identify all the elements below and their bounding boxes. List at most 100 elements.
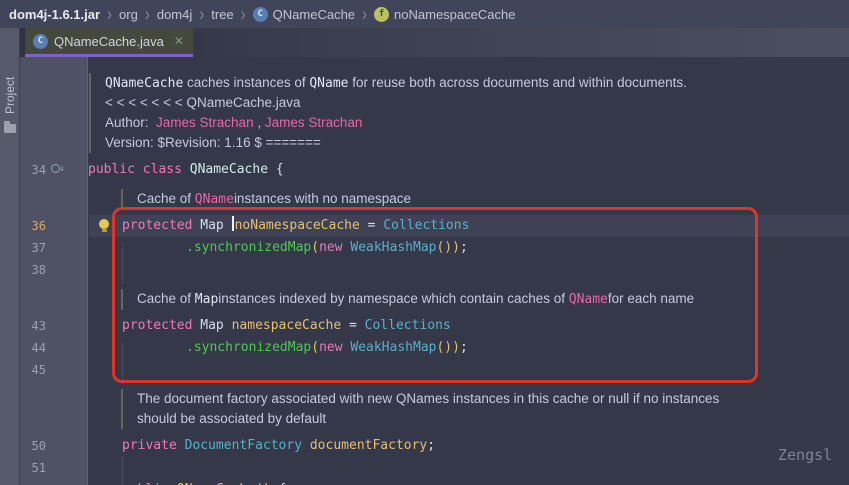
class-icon: C: [253, 7, 268, 22]
doc-token: for each name: [608, 291, 694, 306]
breadcrumb-label: noNamespaceCache: [394, 7, 515, 22]
code-text: .synchronizedMap(new WeakHashMap());: [186, 337, 468, 359]
code-line: 38: [20, 259, 849, 281]
code-token: namespaceCache: [232, 318, 342, 333]
rendered-doc-line: Cache of Mapinstances indexed by namespa…: [20, 289, 849, 309]
breadcrumb-item-tree[interactable]: tree: [211, 7, 233, 22]
doc-token: QName: [309, 76, 348, 91]
code-token: (: [311, 240, 319, 255]
rendered-doc-line: should be associated by default: [20, 409, 849, 429]
code-token: Collections: [383, 218, 469, 233]
code-line: 37 .synchronizedMap(new WeakHashMap());: [20, 237, 849, 259]
code-token: ;: [460, 240, 468, 255]
doc-token: Cache of: [137, 291, 195, 306]
line-number[interactable]: 45: [20, 359, 46, 381]
doc-link[interactable]: QName: [569, 292, 608, 307]
code-token: private: [122, 438, 185, 453]
code-editor[interactable]: QNameCache caches instances of QName for…: [20, 57, 849, 485]
code-token: .synchronizedMap: [186, 240, 311, 255]
breadcrumb-item-org[interactable]: org: [119, 7, 138, 22]
watermark: Zengsl: [778, 446, 832, 464]
breadcrumb-label: QNameCache: [273, 7, 355, 22]
code-token: Collections: [365, 318, 451, 333]
breadcrumb-label: tree: [211, 7, 233, 22]
breadcrumb-label: dom4j-1.6.1.jar: [9, 7, 100, 22]
rendered-doc-line: < < < < < < < QNameCache.java: [20, 93, 849, 113]
code-token: ()): [436, 340, 459, 355]
breadcrumb-label: dom4j: [157, 7, 192, 22]
doc-text: The document factory associated with new…: [121, 389, 719, 409]
line-number[interactable]: 44: [20, 337, 46, 359]
code-token: WeakHashMap: [350, 240, 436, 255]
code-token: {: [268, 162, 284, 177]
code-token: ()): [436, 240, 459, 255]
code-text: protected Map noNamespaceCache = Collect…: [122, 215, 469, 237]
doc-token: for reuse both across documents and with…: [349, 75, 687, 90]
doc-token: Cache of: [137, 191, 195, 206]
line-number[interactable]: 43: [20, 315, 46, 337]
rendered-doc-line: QNameCache caches instances of QName for…: [20, 73, 849, 93]
editor-tab-bar: C QNameCache.java ✕: [20, 28, 849, 57]
line-number[interactable]: 51: [20, 457, 46, 479]
breadcrumb-separator-icon: ›: [107, 4, 112, 24]
doc-token: instances indexed by namespace which con…: [218, 291, 568, 306]
doc-text: Author: James Strachan , James Strachan: [89, 113, 362, 133]
rendered-doc-line: The document factory associated with new…: [20, 389, 849, 409]
code-token: documentFactory: [310, 438, 427, 453]
doc-link[interactable]: James Strachan: [156, 115, 254, 130]
code-token: public class: [88, 162, 190, 177]
breadcrumb-separator-icon: ›: [145, 4, 150, 24]
breadcrumb-item-qnamecache[interactable]: C QNameCache: [253, 7, 355, 22]
code-token: .synchronizedMap: [186, 340, 311, 355]
code-text: private DocumentFactory documentFactory;: [122, 435, 435, 457]
breadcrumb-separator-icon: ›: [241, 4, 246, 24]
line-number[interactable]: 38: [20, 259, 46, 281]
code-token: =: [360, 218, 383, 233]
doc-token: The document factory associated with new…: [137, 391, 719, 406]
doc-text: Cache of Mapinstances indexed by namespa…: [121, 289, 694, 310]
code-text: public class QNameCache {: [88, 159, 284, 181]
doc-link[interactable]: QName: [195, 192, 234, 207]
lightbulb-icon[interactable]: [98, 219, 110, 231]
doc-token: Version: $Revision: 1.16 $ =======: [105, 135, 321, 150]
code-token: Map: [200, 218, 231, 233]
doc-token: instances with no namespace: [234, 191, 411, 206]
code-line-current: 36 protected Map noNamespaceCache = Colle…: [20, 215, 849, 237]
rendered-doc-line: Version: $Revision: 1.16 $ =======: [20, 133, 849, 153]
code-token: QNameCache: [190, 162, 268, 177]
doc-link[interactable]: James Strachan: [265, 115, 363, 130]
rendered-doc-line: Author: James Strachan , James Strachan: [20, 113, 849, 133]
code-token: =: [341, 318, 364, 333]
breadcrumb-item-dom4j-1-6-1-jar[interactable]: dom4j-1.6.1.jar: [9, 7, 100, 22]
code-token: (: [311, 340, 319, 355]
ide-window: dom4j-1.6.1.jar›org›dom4j›tree›CQNameCac…: [0, 0, 849, 485]
subclassed-indicator-icon[interactable]: ↓: [51, 163, 65, 177]
code-token: ;: [460, 340, 468, 355]
text-caret: [232, 216, 234, 231]
code-token: DocumentFactory: [185, 438, 310, 453]
code-text: public QNameCache() {: [122, 479, 286, 485]
breadcrumb-separator-icon: ›: [199, 4, 204, 24]
sidebar-item-project[interactable]: Project: [3, 77, 17, 114]
code-token: new: [319, 340, 350, 355]
line-number[interactable]: 34: [20, 159, 46, 181]
close-icon[interactable]: ✕: [174, 34, 184, 48]
code-text: protected Map namespaceCache = Collectio…: [122, 315, 451, 337]
doc-token: caches instances of: [183, 75, 309, 90]
code-line: 44 .synchronizedMap(new WeakHashMap());: [20, 337, 849, 359]
line-number[interactable]: 50: [20, 435, 46, 457]
breadcrumb-item-nonamespacecache[interactable]: fnoNamespaceCache: [374, 7, 515, 22]
breadcrumb: dom4j-1.6.1.jar › org › dom4j › tree › C QNameCac…: [0, 0, 849, 28]
doc-text: Version: $Revision: 1.16 $ =======: [89, 133, 321, 153]
code-token: ;: [427, 438, 435, 453]
line-number[interactable]: 37: [20, 237, 46, 259]
breadcrumb-item-dom4j[interactable]: dom4j: [157, 7, 192, 22]
code-token: WeakHashMap: [350, 340, 436, 355]
code-line: 51: [20, 457, 849, 479]
line-number[interactable]: 36: [20, 215, 46, 237]
code-token: new: [319, 240, 350, 255]
doc-text: should be associated by default: [121, 409, 326, 429]
tab-label: QNameCache.java: [54, 34, 164, 49]
line-number[interactable]: 52: [20, 479, 46, 485]
tab-qnamecache-java[interactable]: C QNameCache.java ✕: [25, 28, 193, 57]
